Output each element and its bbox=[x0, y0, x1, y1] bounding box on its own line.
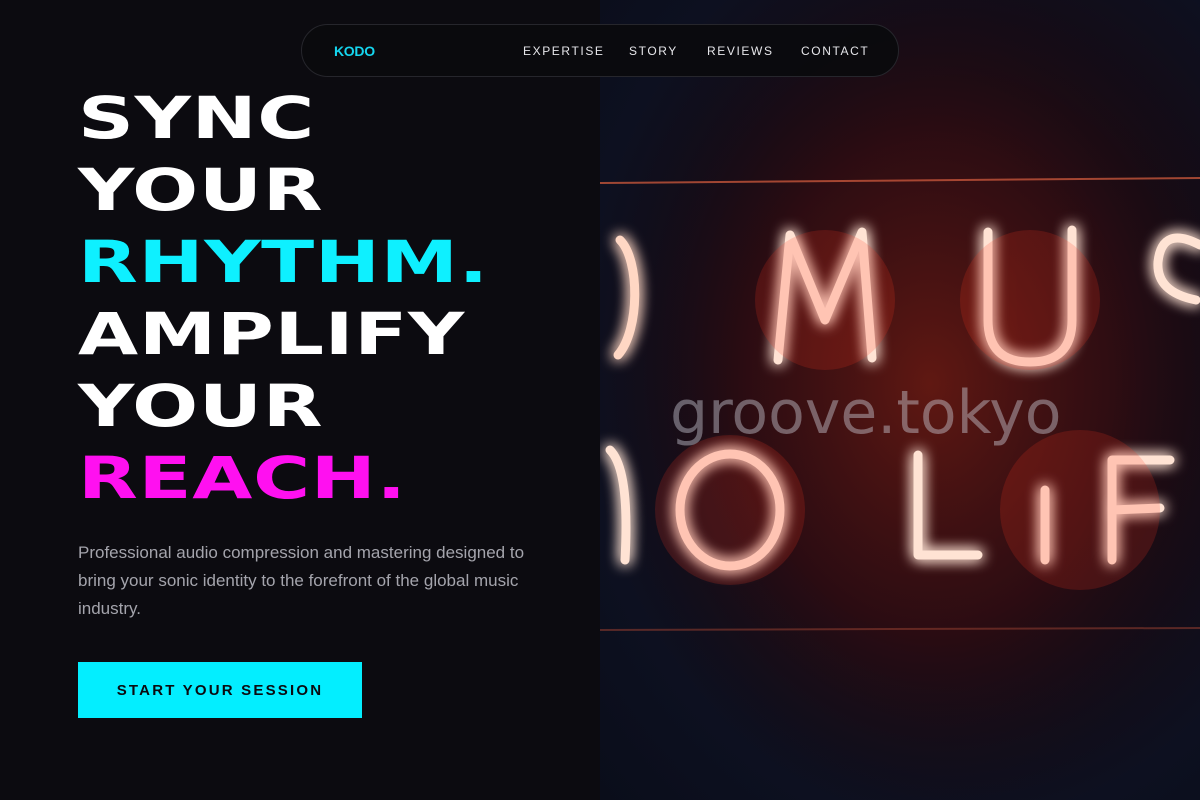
nav-link-story[interactable]: STORY bbox=[629, 44, 678, 58]
headline-line-reach: REACH. bbox=[78, 444, 407, 512]
start-session-button[interactable]: START YOUR SESSION bbox=[78, 662, 362, 718]
nav-link-contact[interactable]: CONTACT bbox=[801, 44, 869, 58]
hero-description: Professional audio compression and maste… bbox=[78, 543, 525, 618]
brand-logo[interactable]: KODO bbox=[334, 43, 375, 59]
top-navbar: KODO EXPERTISE STORY REVIEWS CONTACT bbox=[301, 24, 899, 77]
headline-line-sync: SYNC bbox=[78, 84, 316, 152]
hero-headline: SYNC YOUR RHYTHM. AMPLIFY YOUR REACH. bbox=[78, 82, 488, 514]
hero-left-panel: SYNC YOUR RHYTHM. AMPLIFY YOUR REACH. Pr… bbox=[0, 0, 600, 800]
hero-image: groove.tokyo bbox=[600, 0, 1200, 800]
headline-line-your: YOUR bbox=[78, 156, 324, 224]
nav-link-expertise[interactable]: EXPERTISE bbox=[523, 44, 605, 58]
headline-line-amplify: AMPLIFY bbox=[78, 300, 465, 368]
image-watermark: groove.tokyo bbox=[670, 378, 1062, 448]
nav-link-reviews[interactable]: REVIEWS bbox=[707, 44, 774, 58]
headline-line-rhythm: RHYTHM. bbox=[78, 228, 489, 296]
headline-line-your-2: YOUR bbox=[78, 372, 324, 440]
